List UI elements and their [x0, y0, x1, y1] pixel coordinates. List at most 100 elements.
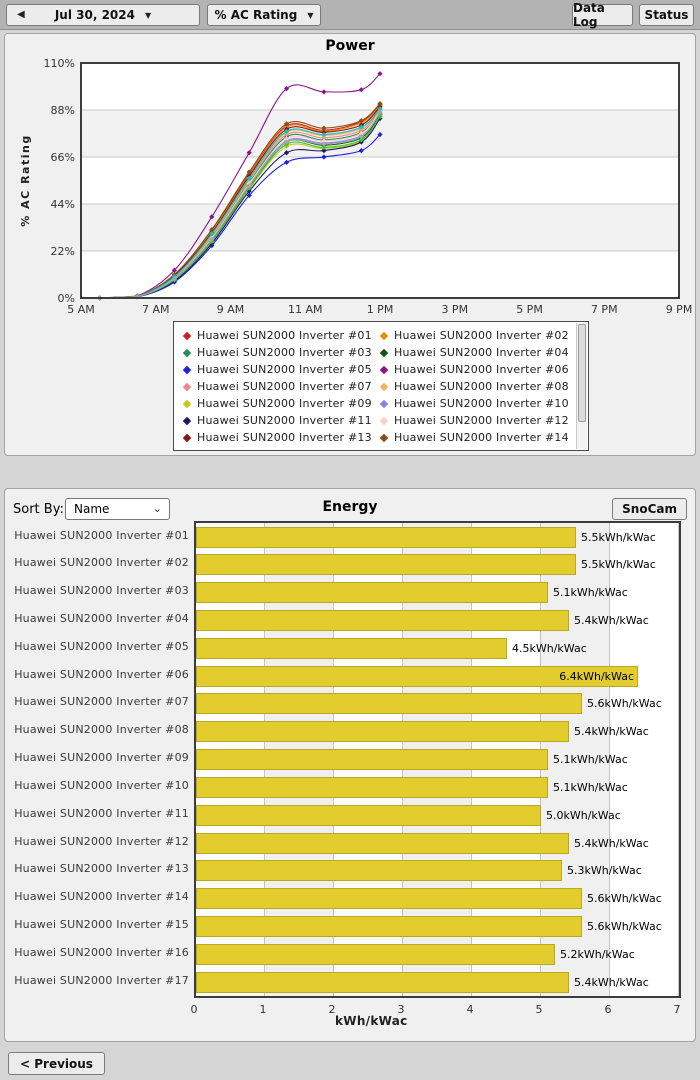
energy-bar-huawei-sun2000-inverter-03: [196, 582, 548, 603]
energy-row-label: Huawei SUN2000 Inverter #03: [14, 584, 189, 597]
power-y-axis-label: % AC Rating: [19, 134, 32, 226]
date-label: Jul 30, 2024: [54, 8, 135, 22]
power-x-tick: 7 PM: [591, 303, 618, 316]
legend-item-label: Huawei SUN2000 Inverter #08: [394, 380, 569, 393]
energy-bar-value: 5.5kWh/kWac: [581, 531, 656, 544]
legend-item-huawei-sun2000-inverter-12[interactable]: Huawei SUN2000 Inverter #12: [379, 412, 572, 429]
energy-bar-huawei-sun2000-inverter-16: [196, 944, 555, 965]
legend-item-label: Huawei SUN2000 Inverter #02: [394, 329, 569, 342]
legend-item-huawei-sun2000-inverter-09[interactable]: Huawei SUN2000 Inverter #09: [182, 395, 375, 412]
legend-marker-icon: [182, 331, 192, 340]
energy-bar-huawei-sun2000-inverter-17: [196, 972, 569, 993]
data-log-label: Data Log: [573, 1, 605, 29]
energy-x-axis-label: kWh/kWac: [335, 1014, 408, 1028]
legend-item-label: Huawei SUN2000 Inverter #04: [394, 346, 569, 359]
energy-row-label: Huawei SUN2000 Inverter #06: [14, 668, 189, 681]
legend-item-huawei-sun2000-inverter-13[interactable]: Huawei SUN2000 Inverter #13: [182, 429, 375, 446]
energy-bar-value: 5.4kWh/kWac: [574, 837, 649, 850]
toolbar: ◀ Jul 30, 2024 ▼ % AC Rating ▼ Data Log …: [0, 0, 700, 30]
legend-marker-icon: [379, 416, 389, 425]
energy-bar-value: 5.6kWh/kWac: [587, 892, 662, 905]
legend-marker-icon: [379, 399, 389, 408]
power-x-tick: 9 AM: [217, 303, 245, 316]
power-y-tick: 88%: [51, 104, 75, 117]
energy-row-label: Huawei SUN2000 Inverter #16: [14, 946, 189, 959]
energy-row-label: Huawei SUN2000 Inverter #11: [14, 807, 189, 820]
legend-item-label: Huawei SUN2000 Inverter #09: [197, 397, 372, 410]
legend-item-huawei-sun2000-inverter-06[interactable]: Huawei SUN2000 Inverter #06: [379, 361, 572, 378]
date-picker[interactable]: ◀ Jul 30, 2024 ▼: [6, 4, 200, 26]
snocam-button[interactable]: SnoCam: [612, 498, 687, 520]
energy-bar-huawei-sun2000-inverter-05: [196, 638, 507, 659]
power-x-tick: 1 PM: [367, 303, 394, 316]
legend-item-label: Huawei SUN2000 Inverter #03: [197, 346, 372, 359]
app-window: ◀ Jul 30, 2024 ▼ % AC Rating ▼ Data Log …: [0, 0, 700, 1080]
legend-marker-icon: [379, 348, 389, 357]
legend-item-huawei-sun2000-inverter-03[interactable]: Huawei SUN2000 Inverter #03: [182, 344, 375, 361]
power-x-tick: 7 AM: [142, 303, 170, 316]
metric-dropdown[interactable]: % AC Rating ▼: [207, 4, 321, 26]
legend-item-huawei-sun2000-inverter-02[interactable]: Huawei SUN2000 Inverter #02: [379, 327, 572, 344]
previous-button[interactable]: < Previous: [8, 1052, 105, 1075]
energy-bar-huawei-sun2000-inverter-12: [196, 833, 569, 854]
energy-x-tick: 0: [190, 1003, 198, 1016]
legend-item-huawei-sun2000-inverter-07[interactable]: Huawei SUN2000 Inverter #07: [182, 378, 375, 395]
energy-bar-value: 5.4kWh/kWac: [574, 725, 649, 738]
legend-item-huawei-sun2000-inverter-05[interactable]: Huawei SUN2000 Inverter #05: [182, 361, 375, 378]
legend-item-huawei-sun2000-inverter-14[interactable]: Huawei SUN2000 Inverter #14: [379, 429, 572, 446]
legend-item-label: Huawei SUN2000 Inverter #05: [197, 363, 372, 376]
legend-marker-icon: [182, 382, 192, 391]
legend-marker-icon: [182, 433, 192, 442]
power-y-tick: 110%: [44, 57, 75, 70]
energy-bar-huawei-sun2000-inverter-10: [196, 777, 548, 798]
legend-marker-icon: [379, 382, 389, 391]
energy-bar-value: 5.5kWh/kWac: [581, 558, 656, 571]
legend-item-huawei-sun2000-inverter-10[interactable]: Huawei SUN2000 Inverter #10: [379, 395, 572, 412]
energy-bar-value: 5.0kWh/kWac: [546, 809, 621, 822]
power-panel: Power 0% 22% 44% 66% 88% 110% 5 AM 7 AM 9 AM 11 A…: [4, 33, 696, 456]
energy-row-label: Huawei SUN2000 Inverter #05: [14, 640, 189, 653]
legend-marker-icon: [182, 365, 192, 374]
legend-scrollbar[interactable]: [576, 323, 587, 449]
legend-item-label: Huawei SUN2000 Inverter #06: [394, 363, 569, 376]
energy-x-tick: 1: [259, 1003, 267, 1016]
energy-row-label: Huawei SUN2000 Inverter #12: [14, 835, 189, 848]
energy-bar-value: 5.2kWh/kWac: [560, 948, 635, 961]
energy-row-label: Huawei SUN2000 Inverter #04: [14, 612, 189, 625]
status-button[interactable]: Status: [639, 4, 694, 26]
status-label: Status: [644, 8, 689, 22]
energy-x-tick: 6: [604, 1003, 612, 1016]
energy-row-label: Huawei SUN2000 Inverter #09: [14, 751, 189, 764]
legend-scrollbar-thumb[interactable]: [578, 324, 586, 422]
power-x-tick: 5 AM: [67, 303, 95, 316]
legend-marker-icon: [379, 365, 389, 374]
caret-down-icon: ▼: [307, 10, 314, 20]
energy-row-label: Huawei SUN2000 Inverter #02: [14, 556, 189, 569]
legend-item-label: Huawei SUN2000 Inverter #10: [394, 397, 569, 410]
legend-item-huawei-sun2000-inverter-04[interactable]: Huawei SUN2000 Inverter #04: [379, 344, 572, 361]
power-x-tick: 5 PM: [516, 303, 543, 316]
energy-bar-value: 6.4kWh/kWac: [559, 670, 634, 683]
energy-bar-huawei-sun2000-inverter-14: [196, 888, 582, 909]
power-y-tick: 22%: [51, 245, 75, 258]
energy-x-tick: 7: [673, 1003, 681, 1016]
energy-bar-value: 5.6kWh/kWac: [587, 697, 662, 710]
energy-row-label: Huawei SUN2000 Inverter #01: [14, 529, 189, 542]
energy-bar-value: 5.3kWh/kWac: [567, 864, 642, 877]
energy-bar-value: 5.1kWh/kWac: [553, 781, 628, 794]
energy-row-label: Huawei SUN2000 Inverter #10: [14, 779, 189, 792]
legend-item-huawei-sun2000-inverter-11[interactable]: Huawei SUN2000 Inverter #11: [182, 412, 375, 429]
energy-bar-huawei-sun2000-inverter-11: [196, 805, 541, 826]
legend-item-huawei-sun2000-inverter-08[interactable]: Huawei SUN2000 Inverter #08: [379, 378, 572, 395]
energy-row-label: Huawei SUN2000 Inverter #13: [14, 862, 189, 875]
energy-bar-huawei-sun2000-inverter-15: [196, 916, 582, 937]
prev-day-arrow-icon[interactable]: ◀: [17, 9, 25, 20]
legend-marker-icon: [182, 399, 192, 408]
energy-bar-huawei-sun2000-inverter-09: [196, 749, 548, 770]
legend-item-huawei-sun2000-inverter-01[interactable]: Huawei SUN2000 Inverter #01: [182, 327, 375, 344]
energy-bar-value: 5.4kWh/kWac: [574, 614, 649, 627]
energy-row-label: Huawei SUN2000 Inverter #17: [14, 974, 189, 987]
energy-bar-value: 5.1kWh/kWac: [553, 753, 628, 766]
data-log-button[interactable]: Data Log: [572, 1, 633, 29]
legend-item-label: Huawei SUN2000 Inverter #11: [197, 414, 372, 427]
